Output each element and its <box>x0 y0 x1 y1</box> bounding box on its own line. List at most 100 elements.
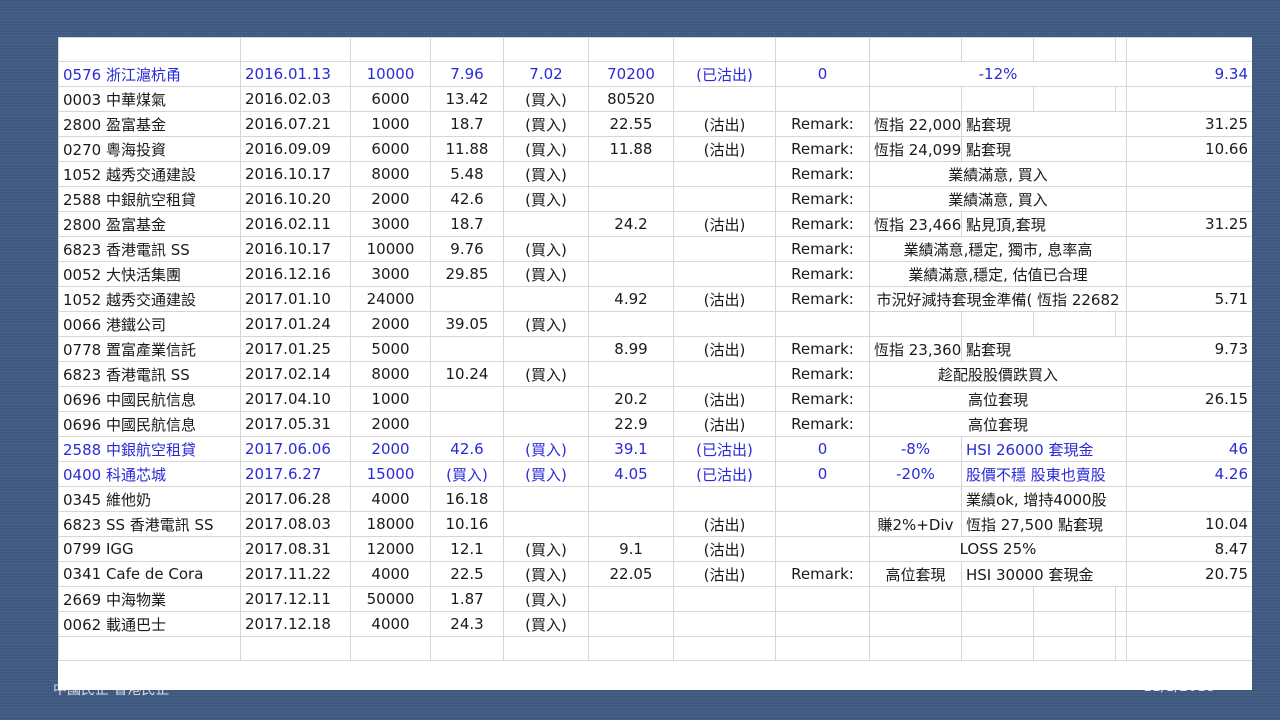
cell-quantity[interactable]: 6000 <box>350 86 431 112</box>
cell-remark-label[interactable] <box>775 486 870 512</box>
cell-sell-status[interactable] <box>673 86 776 112</box>
cell-remark-1[interactable]: -12% <box>869 61 1127 87</box>
cell-remark-label[interactable]: Remark: <box>775 236 870 262</box>
cell-stock[interactable]: 0799 IGG <box>58 536 241 562</box>
cell-buy-mark[interactable]: (買入) <box>503 436 589 462</box>
cell-sell-status[interactable] <box>673 586 776 612</box>
cell-sell-status[interactable]: (已沽出) <box>673 436 776 462</box>
cell-buy-mark[interactable]: (買入) <box>503 261 589 287</box>
cell-amount-or-sell[interactable]: 9.1 <box>588 536 674 562</box>
cell-remark-label[interactable]: Remark: <box>775 261 870 287</box>
cell-remark-1[interactable]: 業績滿意, 買入 <box>869 161 1127 187</box>
cell-quantity[interactable]: 4000 <box>350 561 431 587</box>
cell-quantity[interactable]: 10000 <box>350 236 431 262</box>
cell-sell-status[interactable]: (沽出) <box>673 111 776 137</box>
cell-buy-price[interactable]: 12.1 <box>430 536 504 562</box>
cell-stock[interactable]: 6823 SS 香港電訊 SS <box>58 511 241 537</box>
cell-price[interactable]: 10.66 <box>1126 136 1252 162</box>
cell-remark-1[interactable]: 業績滿意,穩定, 估值已合理 <box>869 261 1127 287</box>
cell-sell-status[interactable] <box>673 186 776 212</box>
cell-remark-1[interactable] <box>869 311 962 337</box>
cell-remark-label[interactable]: 0 <box>775 461 870 487</box>
cell-date[interactable]: 2017.01.10 <box>240 286 351 312</box>
cell-date[interactable]: 2017.12.18 <box>240 611 351 637</box>
cell-stock[interactable]: 0576 浙江滬杭甬 <box>58 61 241 87</box>
cell-remark-2[interactable] <box>961 611 1034 637</box>
cell-price[interactable]: 5.71 <box>1126 286 1252 312</box>
cell-buy-price[interactable]: (買入) <box>430 461 504 487</box>
cell-remark-label[interactable]: Remark: <box>775 561 870 587</box>
cell-sell-status[interactable]: (已沽出) <box>673 61 776 87</box>
cell-sell-status[interactable] <box>673 486 776 512</box>
cell-empty[interactable] <box>775 636 870 661</box>
cell-remark-2[interactable]: 點套現 <box>961 111 1127 137</box>
cell-remark-label[interactable] <box>775 311 870 337</box>
cell-amount-or-sell[interactable] <box>588 261 674 287</box>
cell-remark-label[interactable]: Remark: <box>775 186 870 212</box>
cell-amount-or-sell[interactable] <box>588 186 674 212</box>
cell-date[interactable]: 2017.08.31 <box>240 536 351 562</box>
cell-remark-label[interactable] <box>775 586 870 612</box>
cell-remark-label[interactable] <box>775 511 870 537</box>
cell-amount-or-sell[interactable]: 22.9 <box>588 411 674 437</box>
cell-stock[interactable]: 2800 盈富基金 <box>58 111 241 137</box>
cell-buy-price[interactable]: 13.42 <box>430 86 504 112</box>
cell-amount-or-sell[interactable]: 20.2 <box>588 386 674 412</box>
cell-buy-mark[interactable]: (買入) <box>503 536 589 562</box>
cell-date[interactable]: 2017.12.11 <box>240 586 351 612</box>
cell-buy-price[interactable]: 1.87 <box>430 586 504 612</box>
cell-date[interactable]: 2017.06.06 <box>240 436 351 462</box>
cell-quantity[interactable]: 15000 <box>350 461 431 487</box>
cell-remark-label[interactable]: Remark: <box>775 111 870 137</box>
cell-remark-2[interactable] <box>961 586 1034 612</box>
cell-remark-label[interactable]: Remark: <box>775 336 870 362</box>
cell-sell-status[interactable] <box>673 311 776 337</box>
cell-buy-mark[interactable] <box>503 386 589 412</box>
cell-remark-1[interactable]: -20% <box>869 461 962 487</box>
cell-quantity[interactable]: 2000 <box>350 311 431 337</box>
cell-buy-mark[interactable]: (買入) <box>503 611 589 637</box>
cell-price[interactable] <box>1126 486 1252 512</box>
cell-remark-1[interactable] <box>869 586 962 612</box>
cell-buy-mark[interactable]: (買入) <box>503 161 589 187</box>
cell-buy-mark[interactable] <box>503 211 589 237</box>
cell-quantity[interactable]: 50000 <box>350 586 431 612</box>
cell-stock[interactable]: 0003 中華煤氣 <box>58 86 241 112</box>
cell-empty[interactable] <box>961 636 1034 661</box>
cell-buy-mark[interactable] <box>503 411 589 437</box>
cell-stock[interactable]: 0696 中國民航信息 <box>58 411 241 437</box>
cell-sell-status[interactable]: (沽出) <box>673 561 776 587</box>
cell-sell-status[interactable] <box>673 261 776 287</box>
cell-amount-or-sell[interactable] <box>588 161 674 187</box>
cell-quantity[interactable]: 2000 <box>350 436 431 462</box>
cell-empty[interactable] <box>1115 636 1127 661</box>
cell-remark-1[interactable] <box>869 486 962 512</box>
cell-buy-price[interactable]: 18.7 <box>430 211 504 237</box>
cell-price[interactable]: 8.47 <box>1126 536 1252 562</box>
cell-stock[interactable]: 1052 越秀交通建設 <box>58 286 241 312</box>
cell-quantity[interactable]: 6000 <box>350 136 431 162</box>
cell-quantity[interactable]: 18000 <box>350 511 431 537</box>
cell-remark-1[interactable]: 趁配股股價跌買入 <box>869 361 1127 387</box>
cell-remark-1[interactable]: 恆指 23,360 <box>869 336 962 362</box>
cell-sell-status[interactable]: (沽出) <box>673 336 776 362</box>
cell-buy-price[interactable]: 29.85 <box>430 261 504 287</box>
cell-sell-status[interactable] <box>673 161 776 187</box>
cell-stock[interactable]: 6823 香港電訊 SS <box>58 236 241 262</box>
cell-price[interactable]: 46 <box>1126 436 1252 462</box>
cell-remark-2[interactable]: 點套現 <box>961 336 1127 362</box>
cell-remark-1[interactable]: 恆指 22,000 <box>869 111 962 137</box>
cell-stock[interactable]: 2669 中海物業 <box>58 586 241 612</box>
cell-buy-price[interactable]: 5.48 <box>430 161 504 187</box>
cell-date[interactable]: 2017.6.27 <box>240 461 351 487</box>
cell-price[interactable]: 26.15 <box>1126 386 1252 412</box>
cell-amount-or-sell[interactable]: 24.2 <box>588 211 674 237</box>
cell-remark-label[interactable]: Remark: <box>775 286 870 312</box>
cell-quantity[interactable]: 1000 <box>350 386 431 412</box>
cell-stock[interactable]: 0696 中國民航信息 <box>58 386 241 412</box>
cell-empty[interactable] <box>503 636 589 661</box>
cell-remark-label[interactable]: Remark: <box>775 361 870 387</box>
cell-amount-or-sell[interactable]: 39.1 <box>588 436 674 462</box>
cell-price[interactable] <box>1126 611 1252 637</box>
cell-buy-mark[interactable]: (買入) <box>503 186 589 212</box>
